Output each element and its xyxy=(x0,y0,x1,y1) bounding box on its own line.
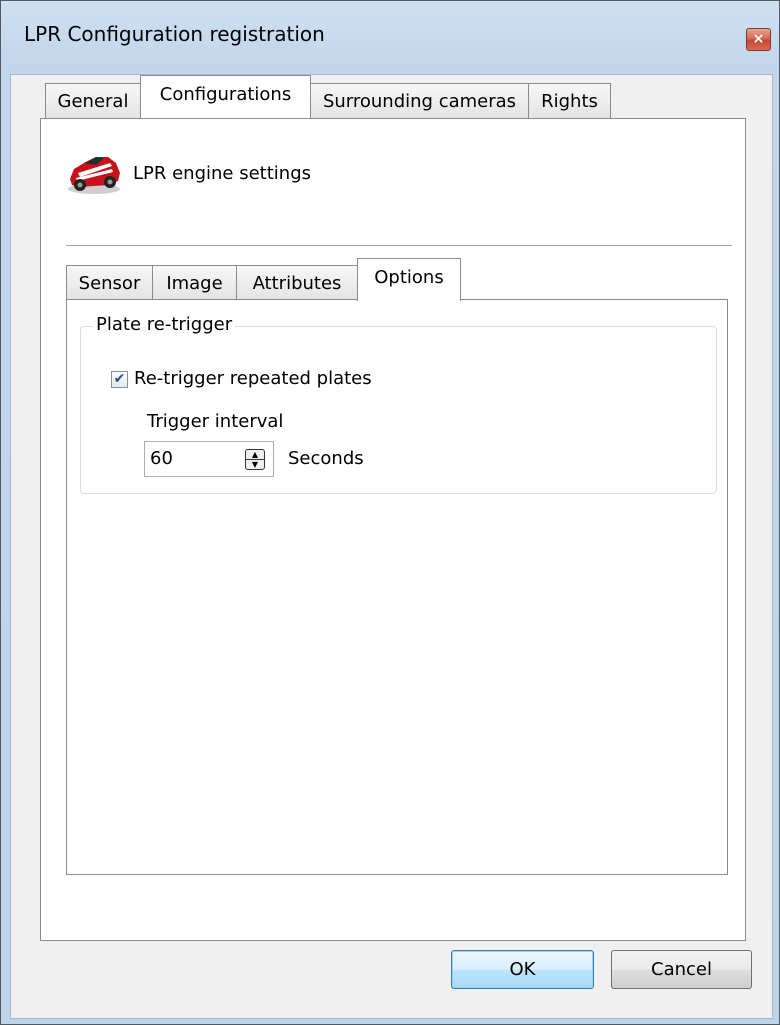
subtab-label: Attributes xyxy=(252,273,342,294)
spin-up-icon[interactable]: ▲ xyxy=(246,450,264,460)
cancel-button-label: Cancel xyxy=(651,959,712,980)
tab-label: Rights xyxy=(541,91,598,112)
tab-label: Configurations xyxy=(159,84,292,105)
dialog-window: LPR Configuration registration × General… xyxy=(0,0,780,1025)
subtab-image[interactable]: Image xyxy=(152,265,237,301)
ok-button-label: OK xyxy=(509,959,536,980)
checkmark-icon: ✔ xyxy=(113,371,126,387)
group-legend: Plate re-trigger xyxy=(93,314,236,335)
engine-settings-label: LPR engine settings xyxy=(133,163,312,184)
car-icon xyxy=(68,157,120,194)
subtab-label: Image xyxy=(166,273,223,294)
close-button[interactable]: × xyxy=(746,28,771,51)
close-icon: × xyxy=(752,31,765,47)
tab-label: General xyxy=(57,91,129,112)
cancel-button[interactable]: Cancel xyxy=(611,950,752,989)
trigger-interval-spinbox[interactable]: 60 ▲ ▼ xyxy=(144,441,274,477)
trigger-interval-label: Trigger interval xyxy=(147,411,284,432)
subtab-attributes[interactable]: Attributes xyxy=(236,265,358,301)
interval-unit-label: Seconds xyxy=(288,448,364,469)
tab-general[interactable]: General xyxy=(45,83,141,119)
configurations-panel: LPR engine settings Sensor Image Attribu… xyxy=(40,118,746,941)
separator-line xyxy=(66,245,732,246)
subtab-label: Sensor xyxy=(78,273,141,294)
subtab-sensor[interactable]: Sensor xyxy=(66,265,153,301)
window-title: LPR Configuration registration xyxy=(24,22,325,46)
retrigger-checkbox-label[interactable]: Re-trigger repeated plates xyxy=(134,368,372,389)
tab-rights[interactable]: Rights xyxy=(528,83,611,119)
retrigger-checkbox[interactable]: ✔ xyxy=(111,371,128,388)
ok-button[interactable]: OK xyxy=(451,950,594,989)
tab-surrounding-cameras[interactable]: Surrounding cameras xyxy=(310,83,529,119)
spin-buttons: ▲ ▼ xyxy=(245,449,265,470)
options-panel: Plate re-trigger ✔ Re-trigger repeated p… xyxy=(66,299,728,875)
dialog-client-area: General Configurations Surrounding camer… xyxy=(10,74,773,1019)
plate-retrigger-group: Plate re-trigger ✔ Re-trigger repeated p… xyxy=(80,314,717,494)
tab-label: Surrounding cameras xyxy=(322,91,517,112)
spin-down-icon[interactable]: ▼ xyxy=(246,460,264,469)
subtab-options[interactable]: Options xyxy=(357,258,461,301)
title-bar[interactable]: LPR Configuration registration × xyxy=(1,1,779,74)
trigger-interval-value[interactable]: 60 xyxy=(150,448,173,469)
tab-configurations[interactable]: Configurations xyxy=(140,75,311,118)
subtab-label: Options xyxy=(374,267,444,288)
